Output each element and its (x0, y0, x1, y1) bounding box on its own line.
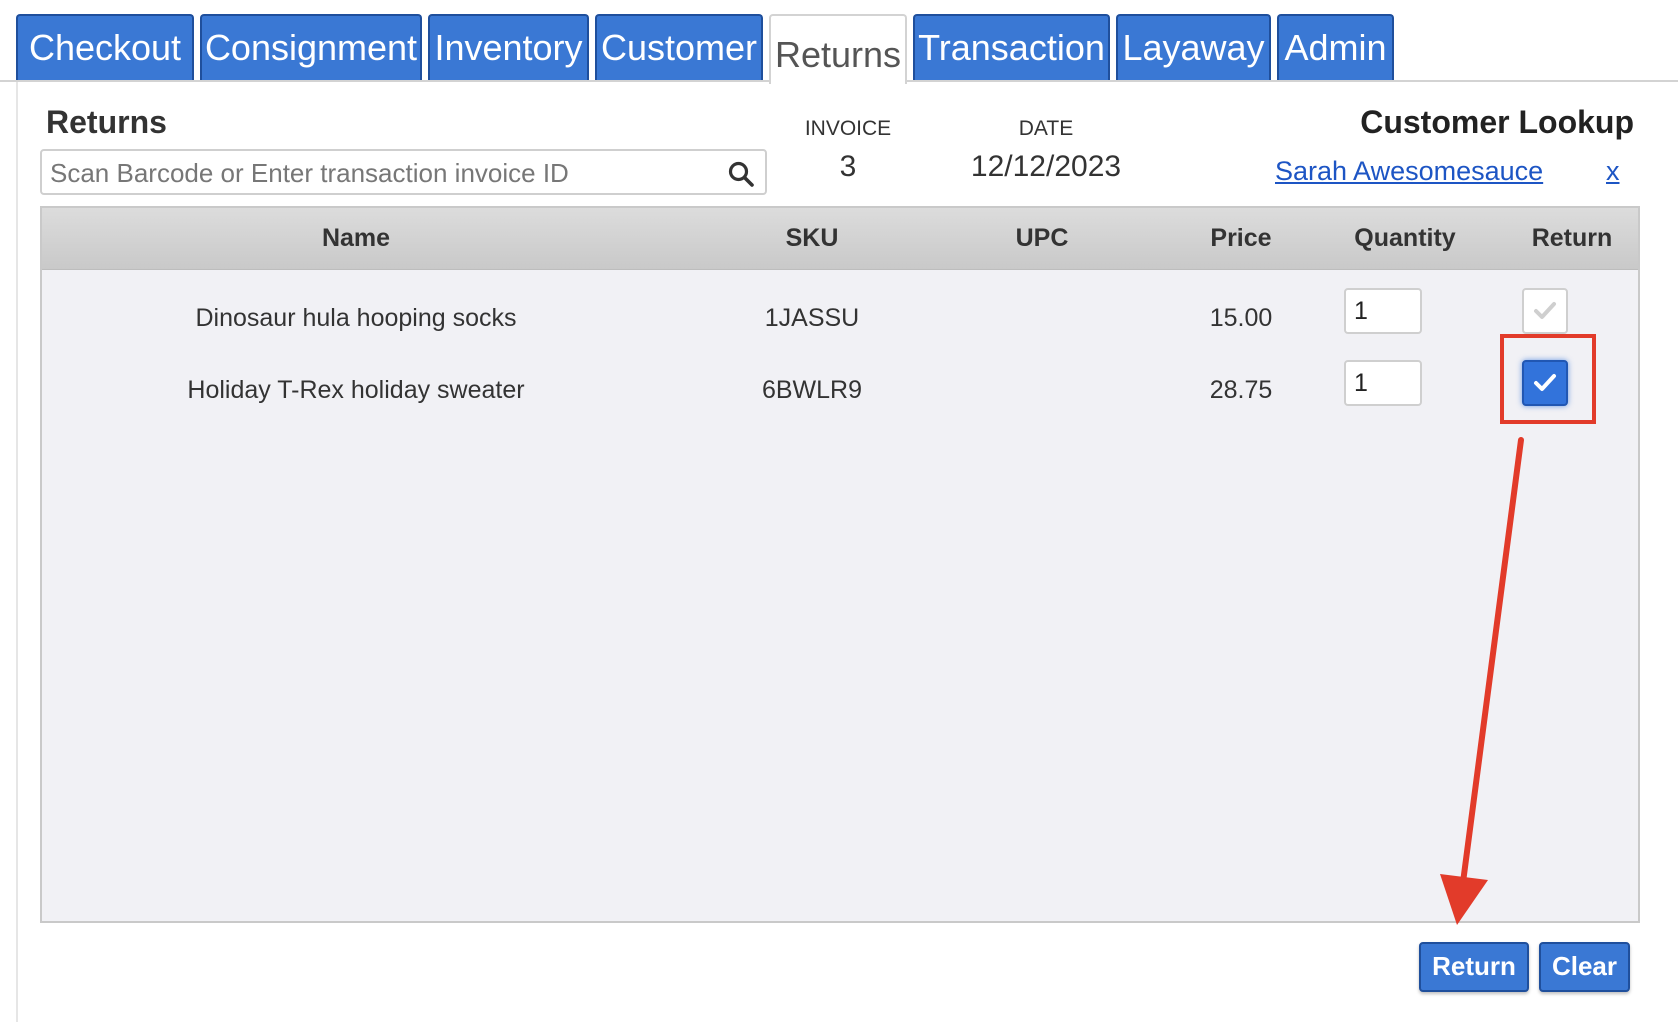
quantity-input[interactable] (1344, 360, 1422, 406)
item-name: Holiday T-Rex holiday sweater (187, 376, 525, 404)
customer-name-link[interactable]: Sarah Awesomesauce (1275, 156, 1543, 187)
item-price: 15.00 (1209, 304, 1273, 332)
tab-layaway[interactable]: Layaway (1116, 14, 1271, 80)
date-value: 12/12/2023 (970, 150, 1122, 183)
column-header-return: Return (1531, 224, 1613, 252)
return-button[interactable]: Return (1419, 942, 1529, 992)
search-input[interactable] (48, 155, 712, 191)
customer-lookup-heading: Customer Lookup (1360, 104, 1634, 140)
column-header-upc: UPC (1015, 224, 1069, 252)
tab-customer[interactable]: Customer (595, 14, 763, 80)
column-header-sku: SKU (785, 224, 839, 252)
column-header-name: Name (321, 224, 391, 252)
tab-admin[interactable]: Admin (1277, 14, 1394, 80)
quantity-input[interactable] (1344, 288, 1422, 334)
invoice-number: 3 (839, 150, 857, 183)
tab-returns[interactable]: Returns (769, 14, 907, 84)
returns-table: Name SKU UPC Price Quantity Return Dinos… (40, 206, 1640, 923)
return-checkbox[interactable] (1522, 288, 1568, 334)
column-header-quantity: Quantity (1354, 224, 1456, 252)
item-sku: 1JASSU (764, 304, 860, 332)
search-box (40, 149, 767, 195)
page-title: Returns (46, 104, 167, 140)
date-label: DATE (1018, 117, 1074, 140)
table-header: Name SKU UPC Price Quantity Return (42, 208, 1638, 270)
check-icon (1534, 302, 1556, 319)
tab-inventory[interactable]: Inventory (428, 14, 589, 80)
page-border (16, 82, 18, 1022)
clear-button[interactable]: Clear (1539, 942, 1630, 992)
annotation-highlight-box (1500, 334, 1596, 424)
table-row: Holiday T-Rex holiday sweater 6BWLR9 28.… (42, 356, 1638, 428)
tab-transaction[interactable]: Transaction (913, 14, 1110, 80)
search-icon[interactable] (727, 160, 755, 188)
item-sku: 6BWLR9 (761, 376, 863, 404)
customer-clear-link[interactable]: x (1606, 156, 1620, 187)
tab-consignment[interactable]: Consignment (200, 14, 422, 80)
item-price: 28.75 (1209, 376, 1273, 404)
item-name: Dinosaur hula hooping socks (195, 304, 517, 332)
column-header-price: Price (1210, 224, 1272, 252)
tab-checkout[interactable]: Checkout (16, 14, 194, 80)
invoice-label: INVOICE (804, 117, 892, 140)
table-row: Dinosaur hula hooping socks 1JASSU 15.00 (42, 284, 1638, 356)
